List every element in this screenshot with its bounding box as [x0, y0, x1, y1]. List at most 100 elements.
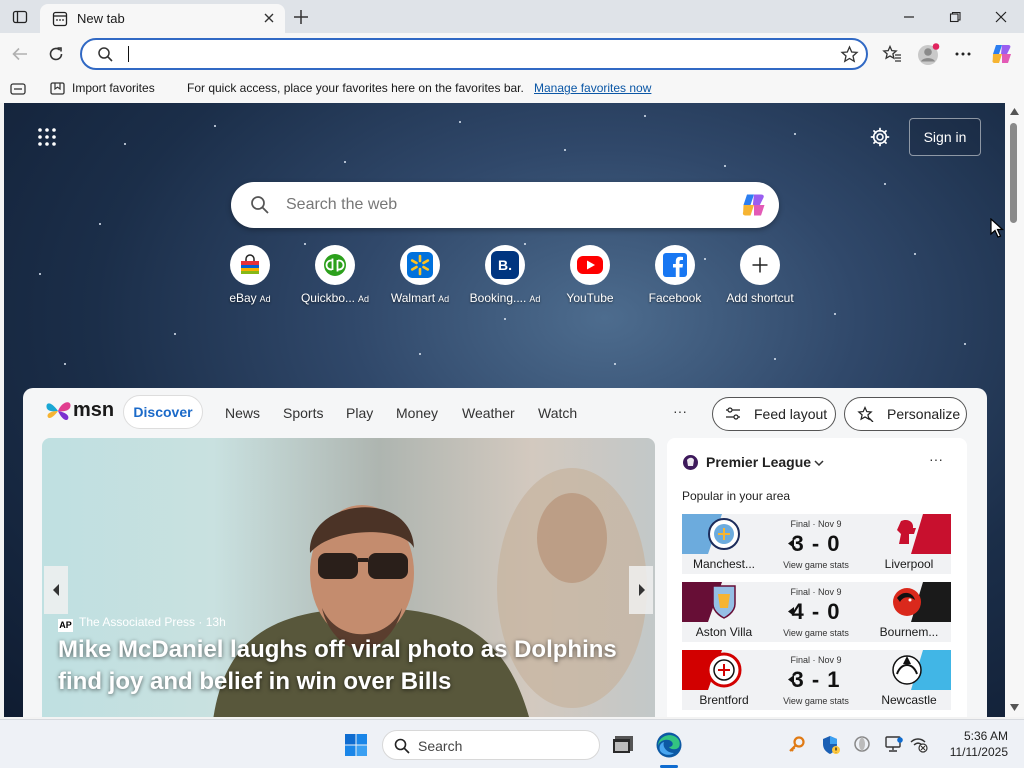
shortcut-icon-circle — [570, 245, 610, 285]
facebook-f-icon — [663, 253, 687, 277]
view-game-stats-link[interactable]: View game stats — [766, 628, 866, 638]
match-score: 3 - 0 — [791, 531, 841, 556]
league-dropdown[interactable]: Premier League — [706, 454, 811, 470]
copilot-icon[interactable] — [990, 42, 1014, 66]
shortcut-youtube[interactable]: YouTube — [547, 245, 633, 305]
home-team-name: Manchest... — [692, 557, 756, 571]
tray-app-icon[interactable] — [853, 735, 871, 753]
away-team-name: Bournem... — [879, 625, 939, 639]
sports-more-button[interactable]: ··· — [929, 451, 943, 467]
tab-actions-icon[interactable] — [12, 9, 28, 25]
manage-favorites-link[interactable]: Manage favorites now — [534, 81, 651, 95]
shortcut-quickbooks[interactable]: Quickbo... Ad — [292, 245, 378, 305]
nav-weather[interactable]: Weather — [462, 405, 515, 421]
search-icon — [251, 196, 269, 214]
nav-money[interactable]: Money — [396, 405, 438, 421]
quickbooks-icon — [324, 254, 346, 276]
taskbar-search-box[interactable]: Search — [382, 730, 600, 760]
home-team-crest-bg — [682, 582, 736, 622]
away-team-crest — [883, 582, 951, 622]
nav-watch[interactable]: Watch — [538, 405, 577, 421]
tab-new-tab[interactable]: New tab — [40, 4, 285, 34]
match-row[interactable]: Manchest... Liverpool Final · Nov 9 3 - … — [682, 514, 951, 574]
new-tab-plus-icon[interactable] — [292, 8, 310, 26]
add-favorite-star-icon[interactable] — [840, 45, 859, 64]
match-row[interactable]: Aston Villa Bournem... Final · Nov 9 4 -… — [682, 582, 951, 642]
ebay-bag-icon — [241, 254, 259, 274]
web-search-box[interactable]: Search the web — [231, 182, 779, 228]
new-tab-page: Sign in Search the web eBay Ad Quickbo..… — [4, 103, 1005, 717]
key-security-icon[interactable] — [788, 736, 806, 754]
shortcut-booking[interactable]: B. Booking.... Ad — [462, 245, 548, 305]
scroll-down-icon[interactable] — [1010, 704, 1019, 711]
home-team-name: Aston Villa — [695, 625, 753, 639]
more-options-icon[interactable] — [954, 51, 972, 57]
search-icon — [98, 47, 113, 62]
nav-play[interactable]: Play — [346, 405, 373, 421]
view-game-stats-link[interactable]: View game stats — [766, 560, 866, 570]
back-arrow-icon[interactable] — [11, 45, 29, 63]
nav-discover[interactable]: Discover — [123, 395, 203, 429]
shortcut-label: Walmart — [390, 291, 436, 305]
msn-butterfly-icon — [46, 402, 71, 421]
app-launcher-icon[interactable] — [37, 127, 57, 147]
minimize-icon[interactable] — [902, 10, 916, 24]
winner-indicator-icon — [788, 607, 794, 616]
task-view-icon[interactable] — [612, 734, 636, 756]
match-status: Final · Nov 9 — [790, 519, 842, 529]
mouse-pointer-icon — [990, 218, 1004, 238]
carousel-prev-button[interactable] — [44, 566, 68, 614]
display-settings-icon[interactable] — [884, 735, 904, 753]
msn-logo[interactable]: msn — [45, 398, 114, 424]
ad-badge: Ad — [438, 294, 450, 304]
chevron-down-icon[interactable] — [814, 460, 824, 466]
personalize-button[interactable]: Personalize — [844, 397, 967, 431]
nav-sports[interactable]: Sports — [283, 405, 323, 421]
favorites-bar-toggle-icon[interactable] — [10, 82, 26, 96]
nav-more-button[interactable]: ··· — [673, 403, 687, 419]
carousel-next-button[interactable] — [629, 566, 653, 614]
match-status: Final · Nov 9 — [790, 587, 842, 597]
scroll-up-icon[interactable] — [1010, 108, 1019, 115]
profile-avatar-icon[interactable] — [917, 42, 941, 66]
edge-browser-icon[interactable] — [655, 731, 683, 759]
copilot-icon[interactable] — [739, 191, 769, 219]
settings-gear-icon[interactable] — [870, 127, 890, 147]
address-bar[interactable] — [80, 38, 868, 70]
view-game-stats-link[interactable]: View game stats — [766, 696, 866, 706]
close-tab-icon[interactable] — [263, 12, 275, 24]
refresh-icon[interactable] — [47, 45, 65, 63]
nav-news[interactable]: News — [225, 405, 260, 421]
favorites-bar: Import favorites For quick access, place… — [0, 75, 1024, 103]
favorites-icon[interactable] — [882, 44, 902, 64]
defender-shield-icon[interactable] — [821, 734, 841, 756]
match-row[interactable]: Brentford Newcastle Final · Nov 9 3 - 1 … — [682, 650, 951, 710]
youtube-play-icon — [577, 256, 603, 274]
add-shortcut-button[interactable]: Add shortcut — [717, 245, 803, 305]
scrollbar-thumb[interactable] — [1010, 123, 1017, 223]
windows-start-icon[interactable] — [344, 733, 368, 757]
sign-in-button[interactable]: Sign in — [909, 118, 981, 156]
msn-wordmark: msn — [73, 399, 115, 421]
article-headline[interactable]: Mike McDaniel laughs off viral photo as … — [58, 634, 633, 698]
shortcut-ebay[interactable]: eBay Ad — [207, 245, 293, 305]
sports-subtitle: Popular in your area — [682, 489, 791, 503]
shortcut-icon-circle — [740, 245, 780, 285]
system-clock[interactable]: 5:36 AM 11/11/2025 — [928, 728, 1008, 760]
shortcut-walmart[interactable]: Walmart Ad — [377, 245, 463, 305]
hero-article-card[interactable]: AP The Associated Press · 13h Mike McDani… — [42, 438, 655, 717]
match-status: Final · Nov 9 — [790, 655, 842, 665]
close-window-icon[interactable] — [994, 10, 1008, 24]
import-favorites-button[interactable]: Import favorites — [72, 81, 155, 95]
feed-layout-button[interactable]: Feed layout — [712, 397, 836, 431]
network-disconnected-icon[interactable] — [909, 735, 929, 753]
page-scrollbar[interactable] — [1005, 103, 1024, 717]
favorites-bar-hint: For quick access, place your favorites h… — [187, 81, 524, 95]
restore-icon[interactable] — [948, 10, 962, 24]
shortcut-icon-circle: B. — [485, 245, 525, 285]
shortcut-label: Facebook — [648, 291, 702, 305]
msn-feed: msn Discover News Sports Play Money Weat… — [23, 388, 987, 717]
team-color — [911, 514, 951, 554]
shortcut-facebook[interactable]: Facebook — [632, 245, 718, 305]
away-team-crest-bg — [893, 582, 951, 622]
